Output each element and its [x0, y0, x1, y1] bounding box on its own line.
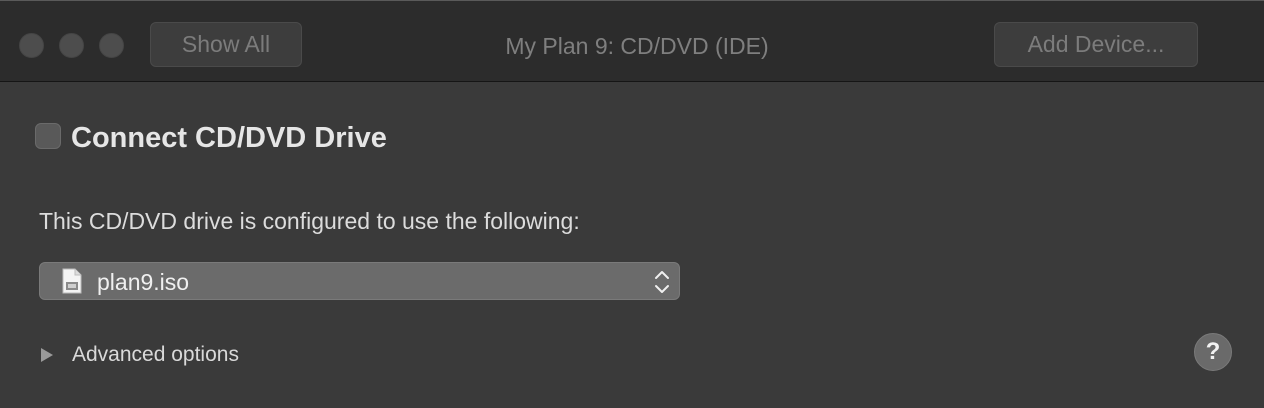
window-title: My Plan 9: CD/DVD (IDE)	[505, 33, 769, 59]
connect-drive-checkbox[interactable]	[35, 123, 61, 149]
add-device-button[interactable]: Add Device...	[994, 22, 1198, 67]
connect-drive-label[interactable]: Connect CD/DVD Drive	[71, 120, 387, 156]
add-device-label: Add Device...	[1027, 31, 1165, 57]
source-popup-button[interactable]: plan9.iso	[39, 262, 680, 300]
show-all-button[interactable]: Show All	[150, 22, 302, 67]
close-window-button[interactable]	[19, 33, 44, 58]
disclosure-triangle-icon[interactable]	[40, 347, 54, 363]
minimize-window-button[interactable]	[59, 33, 84, 58]
show-all-label: Show All	[181, 31, 271, 57]
configuration-description: This CD/DVD drive is configured to use t…	[39, 208, 580, 234]
zoom-window-button[interactable]	[99, 33, 124, 58]
device-settings-window: Show All My Plan 9: CD/DVD (IDE) Add Dev…	[0, 0, 1264, 408]
titlebar: Show All My Plan 9: CD/DVD (IDE) Add Dev…	[0, 1, 1264, 82]
source-selected-value: plan9.iso	[97, 269, 190, 295]
help-icon: ?	[1205, 338, 1221, 365]
iso-file-icon	[62, 268, 82, 294]
chevron-up-down-icon	[655, 271, 669, 293]
advanced-options-toggle[interactable]: Advanced options	[72, 341, 239, 369]
help-button[interactable]: ?	[1194, 333, 1232, 371]
